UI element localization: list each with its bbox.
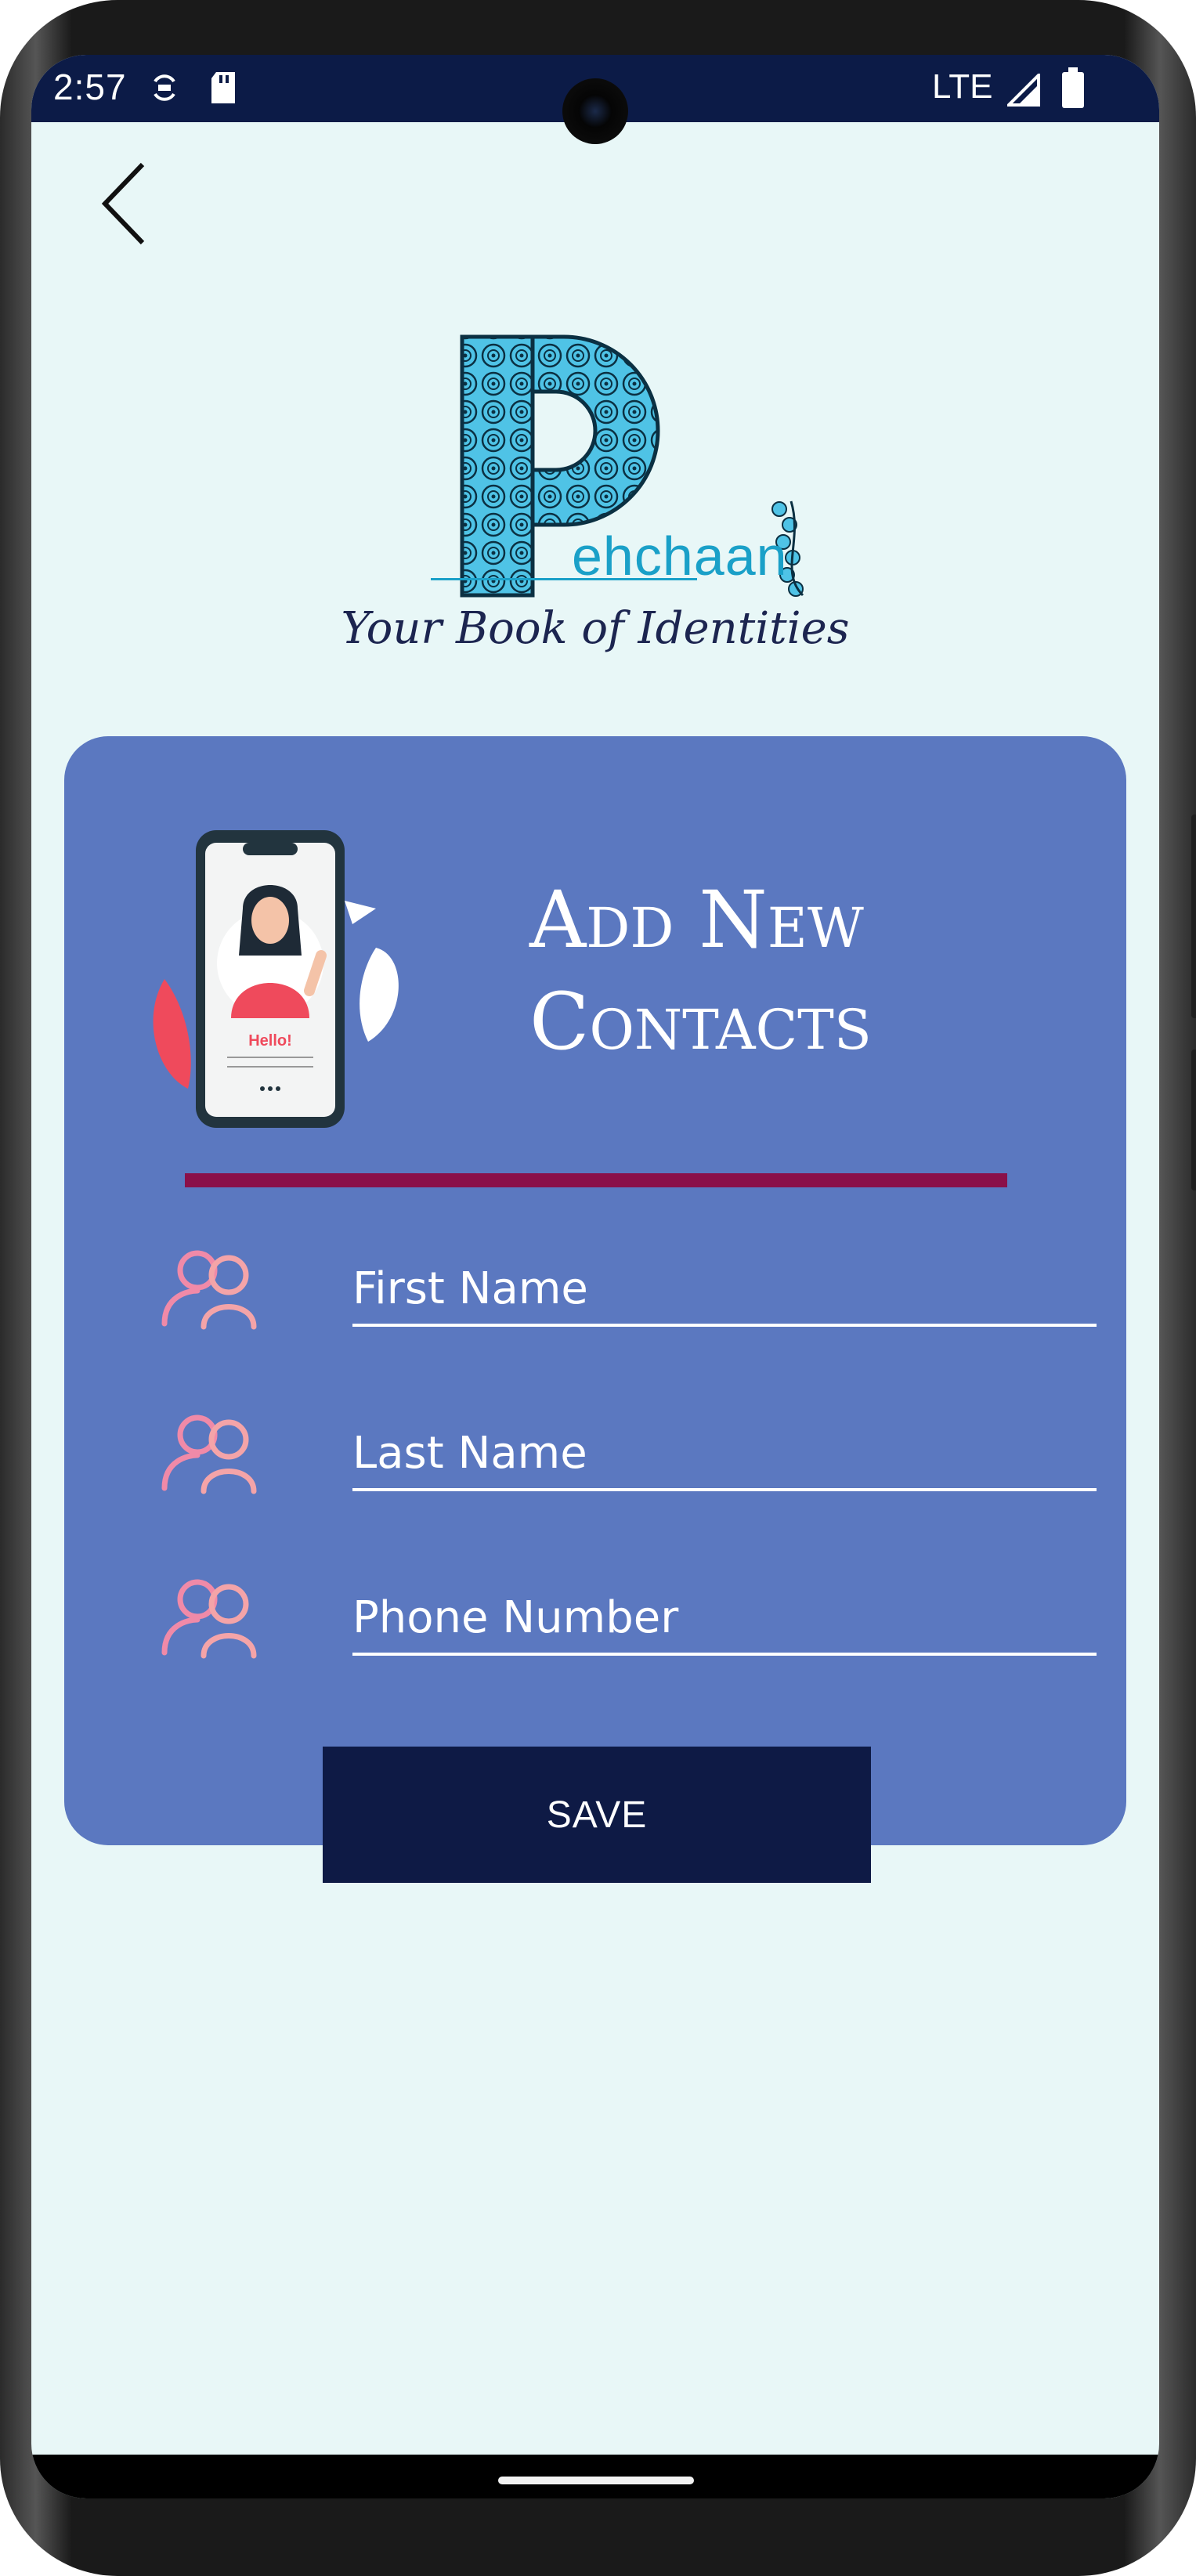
phone-frame: 2:57 LTE ehchaan Your Book of Identities… [0,0,1196,2576]
logo-underline [431,578,697,580]
network-type: LTE [932,67,993,106]
sync-icon [154,74,175,101]
power-button [1191,1050,1196,1190]
first-name-row [157,1245,1125,1339]
status-time: 2:57 [53,67,127,107]
signal-icon [1007,74,1040,107]
phone-illustration-icon: Hello! [153,830,399,1128]
title-divider [185,1173,1007,1187]
save-button[interactable]: SAVE [323,1747,871,1883]
users-icon [161,1250,257,1330]
users-icon [161,1414,257,1494]
last-name-input[interactable] [352,1418,1097,1491]
card-title: Add New Contacts [529,874,872,1068]
first-name-input[interactable] [352,1253,1097,1327]
front-camera [562,78,628,144]
battery-icon [1062,67,1084,108]
back-icon[interactable] [86,157,180,251]
last-name-row [157,1410,1125,1504]
app-screen: 2:57 LTE ehchaan Your Book of Identities… [31,55,1159,2498]
users-icon [161,1579,257,1659]
volume-button [1191,815,1196,1018]
sd-card-icon [211,72,235,103]
illustration-hello-text: Hello! [248,1032,292,1050]
phone-number-row [157,1574,1125,1668]
tagline: Your Book of Identities [341,603,850,654]
home-gesture-handle[interactable] [498,2477,694,2484]
phone-number-input[interactable] [352,1582,1097,1656]
